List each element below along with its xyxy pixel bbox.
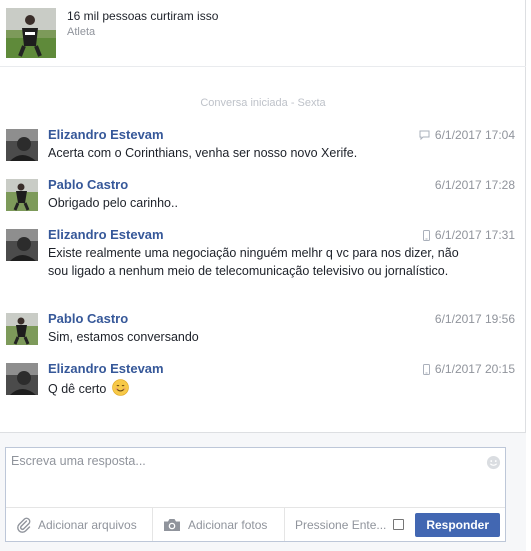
sender-name[interactable]: Pablo Castro bbox=[48, 177, 128, 192]
add-photos-button[interactable]: Adicionar fotos bbox=[163, 508, 267, 541]
page-likes-text: 16 mil pessoas curtiram isso bbox=[67, 9, 219, 23]
smiling-face-emoji bbox=[112, 379, 129, 396]
press-enter-label: Pressione Ente... bbox=[295, 517, 387, 532]
messages-panel: 16 mil pessoas curtiram isso Atleta Conv… bbox=[0, 0, 526, 551]
message-time: 6/1/2017 17:31 bbox=[434, 228, 515, 242]
reply-input[interactable]: Escreva uma resposta... bbox=[11, 454, 471, 504]
sender-name[interactable]: Elizandro Estevam bbox=[48, 227, 164, 242]
avatar[interactable] bbox=[6, 313, 38, 345]
press-enter-toggle[interactable]: Pressione Ente... bbox=[295, 508, 405, 541]
message-text-content: Q dê certo bbox=[48, 382, 107, 396]
message-text: Sim, estamos conversando bbox=[48, 330, 199, 344]
sender-name[interactable]: Pablo Castro bbox=[48, 311, 128, 326]
avatar[interactable] bbox=[6, 363, 38, 395]
emoji-picker-icon[interactable] bbox=[486, 455, 501, 470]
message-meta: 6/1/2017 17:04 bbox=[419, 128, 515, 142]
attach-files-button[interactable]: Adicionar arquivos bbox=[16, 508, 137, 541]
message-text: Existe realmente uma negociação ninguém … bbox=[48, 246, 459, 278]
sender-name[interactable]: Elizandro Estevam bbox=[48, 361, 164, 376]
chat-icon bbox=[419, 130, 430, 140]
message-text: Q dê certo bbox=[48, 379, 468, 399]
avatar[interactable] bbox=[6, 229, 38, 261]
add-photos-label: Adicionar fotos bbox=[188, 517, 268, 532]
message-meta: 6/1/2017 17:28 bbox=[435, 178, 515, 192]
message-time: 6/1/2017 17:28 bbox=[434, 178, 515, 192]
avatar[interactable] bbox=[6, 179, 38, 211]
toolbar-divider bbox=[284, 508, 285, 541]
press-enter-checkbox[interactable] bbox=[393, 519, 405, 530]
message-text: Obrigado pelo carinho.. bbox=[48, 196, 178, 210]
conversation-started-label: Conversa iniciada - Sexta bbox=[200, 97, 326, 109]
message-time: 6/1/2017 17:04 bbox=[434, 128, 515, 142]
reply-button[interactable]: Responder bbox=[415, 513, 500, 537]
message-meta: 6/1/2017 19:56 bbox=[435, 312, 515, 326]
toolbar-divider bbox=[152, 508, 153, 541]
camera-icon bbox=[164, 518, 180, 531]
message-meta: 6/1/2017 17:31 bbox=[422, 228, 515, 242]
mobile-icon bbox=[422, 363, 430, 375]
mobile-icon bbox=[422, 229, 430, 241]
message-time: 6/1/2017 19:56 bbox=[434, 312, 515, 326]
page-category: Atleta bbox=[67, 26, 96, 38]
message-text: Acerta com o Corinthians, venha ser noss… bbox=[48, 146, 358, 160]
avatar[interactable] bbox=[6, 129, 38, 161]
page-avatar[interactable] bbox=[6, 8, 56, 58]
message-time: 6/1/2017 20:15 bbox=[434, 362, 515, 376]
paperclip-icon bbox=[17, 517, 31, 533]
composer-toolbar: Adicionar arquivos Adicionar fotos Press… bbox=[6, 507, 505, 541]
page-header: 16 mil pessoas curtiram isso Atleta bbox=[0, 0, 526, 67]
sender-name[interactable]: Elizandro Estevam bbox=[48, 127, 164, 142]
reply-composer: Escreva uma resposta... Adicionar arquiv… bbox=[5, 447, 506, 542]
message-meta: 6/1/2017 20:15 bbox=[422, 362, 515, 376]
attach-files-label: Adicionar arquivos bbox=[38, 517, 137, 532]
